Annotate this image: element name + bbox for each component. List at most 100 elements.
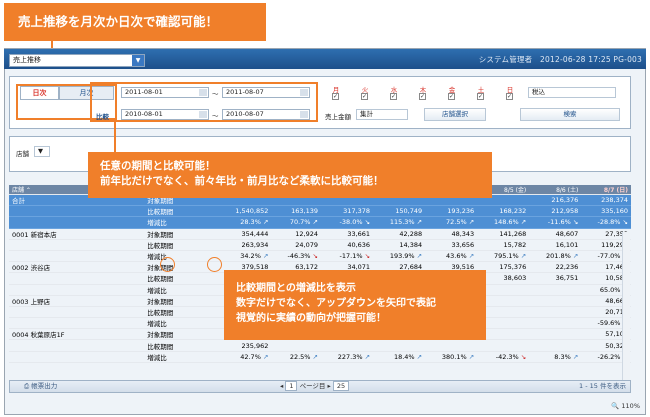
table-row: 比較期間 263,934 24,079 40,636 14,384 33,656 15,78… bbox=[9, 239, 631, 251]
row-type: 対象期間 bbox=[144, 328, 219, 341]
filter-store-select[interactable]: ▼ bbox=[34, 146, 50, 157]
total-name bbox=[9, 205, 145, 218]
store-name[interactable] bbox=[9, 317, 145, 330]
weekday-checkbox[interactable]: ✓ bbox=[332, 93, 339, 100]
table-cell: 141,268 bbox=[477, 228, 530, 240]
table-cell: 22.5% ↗ bbox=[271, 351, 321, 363]
weekday-checkbox[interactable]: ✓ bbox=[506, 93, 513, 100]
table-cell: -46.3% ↘ bbox=[271, 250, 321, 263]
store-name[interactable]: 0004 秋葉原店1F bbox=[9, 328, 145, 341]
up-arrow-icon: ↗ bbox=[572, 352, 579, 361]
table-cell: 15,782 bbox=[477, 239, 530, 251]
up-arrow-icon: ↗ bbox=[262, 352, 269, 361]
table-cell: 40,636 bbox=[321, 239, 374, 251]
table-cell: 148.6% ↗ bbox=[477, 216, 530, 229]
table-scrollbar[interactable] bbox=[622, 232, 630, 380]
row-type: 比較期間 bbox=[144, 306, 219, 319]
table-cell: 193.9% ↗ bbox=[373, 250, 426, 263]
down-arrow-icon: ↘ bbox=[622, 218, 628, 227]
down-arrow-icon: ↘ bbox=[364, 252, 371, 261]
table-cell: 18.4% ↗ bbox=[373, 351, 426, 363]
table-footer: ⎙ 帳票出力 ◂ 1 ページ目 ▸ 25 1 - 15 件を表示 bbox=[9, 380, 631, 393]
store-name[interactable]: 0002 渋谷店 bbox=[9, 261, 145, 274]
row-type: 比較期間 bbox=[144, 239, 219, 251]
table-row: 増減比 42.7% ↗ 22.5% ↗ 227.3% ↗ 18.4% ↗ 380.1% ↗… bbox=[9, 351, 631, 363]
table-cell bbox=[321, 339, 374, 352]
table-cell bbox=[477, 339, 530, 352]
per-page-select[interactable]: 25 bbox=[332, 381, 350, 391]
table-cell: 24,079 bbox=[271, 239, 321, 251]
system-info: システム管理者 2012-06-28 17:25 PG-003 bbox=[478, 55, 642, 64]
row-type: 増減比 bbox=[144, 284, 219, 296]
export-link[interactable]: ⎙ 帳票出力 bbox=[24, 381, 57, 392]
up-arrow-icon: ↗ bbox=[572, 252, 579, 261]
search-button[interactable]: 検索 bbox=[520, 108, 620, 121]
table-cell: 201.8% ↗ bbox=[529, 250, 582, 263]
table-cell: 72.5% ↗ bbox=[425, 216, 478, 229]
table-cell bbox=[529, 328, 582, 341]
table-cell: -28.8% ↘ bbox=[581, 216, 631, 229]
table-cell: -42.3% ↘ bbox=[477, 351, 530, 363]
store-name[interactable]: 0003 上野店 bbox=[9, 295, 145, 307]
table-cell: 163,139 bbox=[271, 205, 321, 218]
up-arrow-icon: ↗ bbox=[262, 218, 269, 227]
page-input[interactable]: 1 bbox=[285, 381, 298, 391]
row-type: 対象期間 bbox=[144, 228, 219, 240]
store-name[interactable] bbox=[9, 306, 145, 319]
table-cell: -38.0% ↘ bbox=[321, 216, 374, 229]
table-cell: 36,751 bbox=[529, 272, 582, 285]
table-cell: 235,962 bbox=[218, 339, 272, 352]
annotation-period-compare: 任意の期間と比較可能！ 前年比だけでなく、前々年比・前月比など柔軟に比較可能！ bbox=[88, 152, 492, 198]
table-cell: 795.1% ↗ bbox=[477, 250, 530, 263]
annotation-period-frame bbox=[90, 82, 318, 122]
annotation-line: 数字だけでなく、アップダウンを矢印で表記 bbox=[236, 298, 436, 309]
up-arrow-icon: ↗ bbox=[520, 252, 527, 261]
table-cell: 33,656 bbox=[425, 239, 478, 251]
table-cell: 193,236 bbox=[425, 205, 478, 218]
store-name[interactable] bbox=[9, 351, 145, 363]
chevron-down-icon: ▼ bbox=[132, 55, 144, 66]
table-cell bbox=[529, 306, 582, 319]
store-name[interactable] bbox=[9, 339, 145, 352]
up-arrow-icon: ↗ bbox=[468, 252, 475, 261]
row-type: 比較期間 bbox=[144, 339, 219, 352]
weekday-checkbox[interactable]: ✓ bbox=[448, 93, 455, 100]
up-arrow-icon: ↗ bbox=[262, 252, 269, 261]
total-row: 比較期間 1,540,852 163,139 317,378 150,749 193,23… bbox=[9, 205, 631, 218]
zoom-indicator[interactable]: 🔍 110% bbox=[611, 402, 640, 410]
store-select-button[interactable]: 店舗選択 bbox=[424, 108, 486, 121]
annotation-line: 任意の期間と比較可能！ bbox=[100, 160, 216, 172]
table-cell: 317,378 bbox=[321, 205, 374, 218]
table-cell: 16,101 bbox=[529, 239, 582, 251]
table-cell: 150,749 bbox=[373, 205, 426, 218]
table-cell: 8.3% ↗ bbox=[529, 351, 582, 363]
annotation-line: 比較期間との増減比を表示 bbox=[236, 283, 356, 294]
weekday-checkbox[interactable]: ✓ bbox=[477, 93, 484, 100]
down-arrow-icon: ↘ bbox=[364, 218, 371, 227]
table-cell: 43.6% ↗ bbox=[425, 250, 478, 263]
table-cell: 168,232 bbox=[477, 205, 530, 218]
tax-select[interactable]: 税込 bbox=[528, 87, 616, 98]
store-name[interactable] bbox=[9, 284, 145, 296]
row-count: 1 - 15 件を表示 bbox=[579, 382, 626, 390]
store-name[interactable] bbox=[9, 272, 145, 285]
weekday-checkbox[interactable]: ✓ bbox=[361, 93, 368, 100]
table-cell: 335,160 bbox=[581, 205, 631, 218]
table-cell: 380.1% ↗ bbox=[425, 351, 478, 363]
weekday-checkbox[interactable]: ✓ bbox=[419, 93, 426, 100]
up-arrow-icon: ↗ bbox=[468, 218, 475, 227]
store-name[interactable] bbox=[9, 239, 145, 251]
row-type: 増減比 bbox=[144, 351, 219, 363]
amount-select[interactable]: 集計 bbox=[356, 109, 408, 120]
table-cell: 42,288 bbox=[373, 228, 426, 240]
store-name[interactable]: 0001 新宿本店 bbox=[9, 228, 145, 240]
table-cell: 42.7% ↗ bbox=[218, 351, 272, 363]
table-cell bbox=[425, 339, 478, 352]
store-name[interactable] bbox=[9, 250, 145, 263]
table-cell: 48,343 bbox=[425, 228, 478, 240]
table-cell: 354,444 bbox=[218, 228, 272, 240]
header-date: 8/6 (土) bbox=[529, 185, 582, 195]
weekday-checkbox[interactable]: ✓ bbox=[390, 93, 397, 100]
menu-select[interactable]: 売上推移 ▼ bbox=[9, 54, 145, 67]
up-arrow-icon: ↗ bbox=[520, 218, 527, 227]
